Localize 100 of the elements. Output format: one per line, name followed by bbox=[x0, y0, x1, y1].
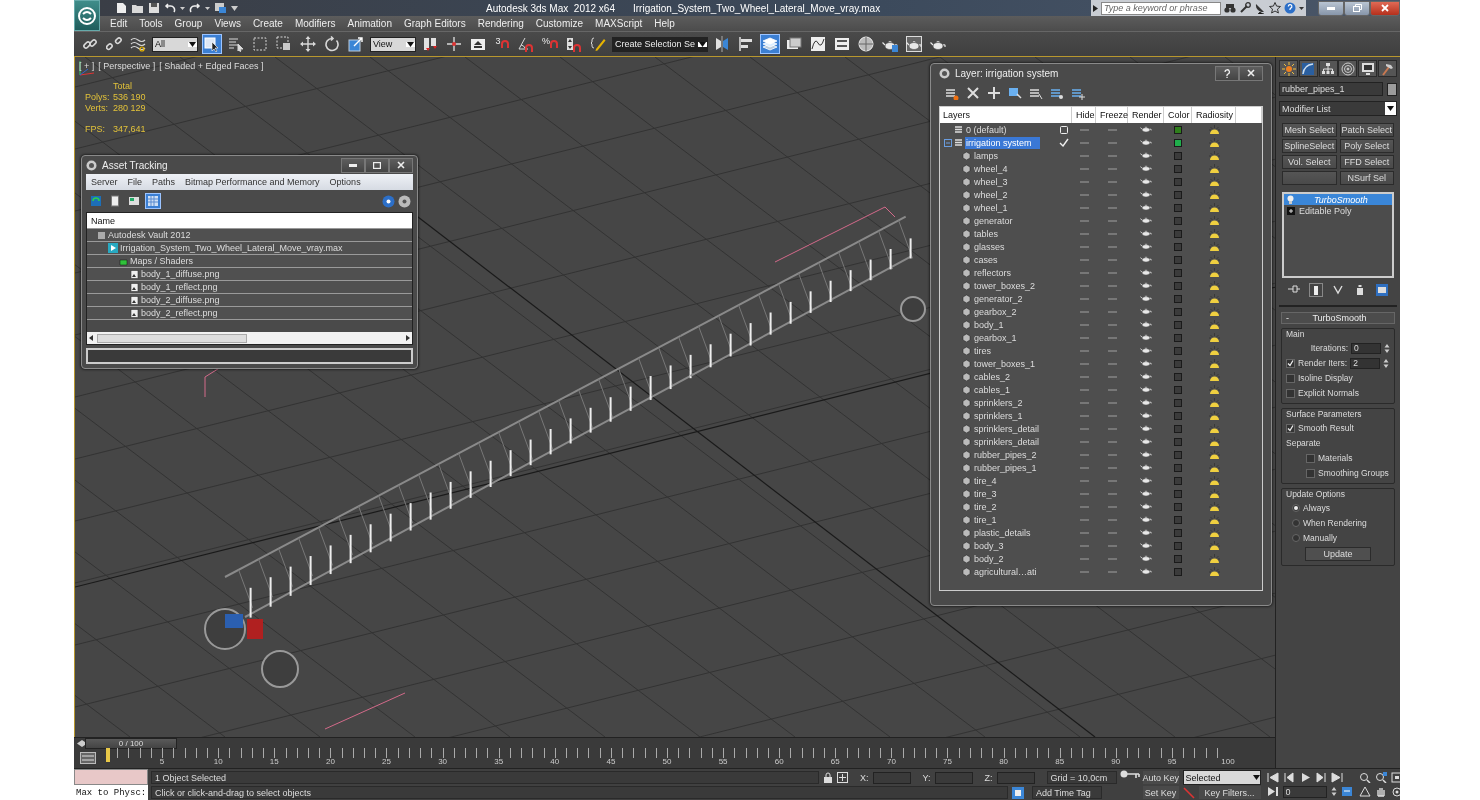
object-name[interactable]: tables bbox=[973, 227, 1000, 240]
modifier-button[interactable]: NSurf Sel bbox=[1339, 171, 1394, 185]
object-name[interactable]: tower_boxes_2 bbox=[973, 279, 1037, 292]
object-name[interactable]: body_3 bbox=[973, 539, 1005, 552]
object-name[interactable]: cases bbox=[973, 253, 999, 266]
object-name[interactable]: rubber_pipes_2 bbox=[973, 448, 1038, 461]
menu-item[interactable]: Server bbox=[86, 177, 123, 187]
radio-label[interactable]: When Rendering bbox=[1303, 518, 1367, 528]
object-name[interactable]: sprinklers_detail bbox=[973, 422, 1041, 435]
checkbox-label[interactable]: Isoline Display bbox=[1298, 373, 1353, 383]
checkbox-label[interactable]: Materials bbox=[1318, 453, 1353, 463]
object-name[interactable]: agricultural…ati bbox=[973, 565, 1038, 578]
menu-item[interactable]: Tools bbox=[133, 18, 169, 29]
radio-label[interactable]: Manually bbox=[1303, 533, 1338, 543]
add-time-tag[interactable]: Add Time Tag bbox=[1032, 786, 1102, 799]
stack-item[interactable]: Editable Poly bbox=[1284, 205, 1392, 216]
checkbox-label[interactable]: Render Iters: bbox=[1298, 358, 1348, 368]
object-name[interactable]: reflectors bbox=[973, 266, 1012, 279]
magnet-button[interactable]: 3 bbox=[492, 34, 512, 54]
viewport-menu-label[interactable]: [ + ] bbox=[79, 61, 95, 71]
object-name[interactable]: wheel_1 bbox=[973, 201, 1009, 214]
object-name[interactable]: tower_boxes_1 bbox=[973, 357, 1037, 370]
column-header[interactable]: Color bbox=[1164, 107, 1192, 123]
menu-item[interactable]: Views bbox=[208, 18, 247, 29]
object-name[interactable]: glasses bbox=[973, 240, 1006, 253]
object-name[interactable]: tire_1 bbox=[973, 513, 998, 526]
object-name[interactable]: tires bbox=[973, 344, 992, 357]
object-name[interactable]: sprinklers_2 bbox=[973, 396, 1024, 409]
object-name[interactable]: plastic_details bbox=[973, 526, 1032, 539]
object-name[interactable]: wheel_2 bbox=[973, 188, 1009, 201]
modifier-button[interactable]: Patch Select bbox=[1339, 123, 1394, 137]
auto-key-button[interactable]: Auto Key bbox=[1142, 771, 1179, 784]
modifier-button[interactable]: SplineSelect bbox=[1282, 139, 1337, 153]
object-name[interactable]: wheel_4 bbox=[973, 162, 1009, 175]
stack-item[interactable]: TurboSmooth bbox=[1284, 194, 1392, 205]
asset-name[interactable]: body_2_diffuse.png bbox=[141, 295, 220, 305]
asset-name[interactable]: body_1_diffuse.png bbox=[141, 269, 220, 279]
viewport-menu-label[interactable]: [ Shaded + Edged Faces ] bbox=[159, 61, 264, 71]
checkbox-label[interactable]: Smoothing Groups bbox=[1318, 468, 1389, 478]
object-name[interactable]: sprinklers_detail bbox=[973, 435, 1041, 448]
object-name[interactable]: cables_1 bbox=[973, 383, 1012, 396]
checkbox-label[interactable]: Smooth Result bbox=[1298, 423, 1354, 433]
modifier-button[interactable]: Poly Select bbox=[1339, 139, 1394, 153]
asset-name[interactable]: body_1_reflect.png bbox=[141, 282, 218, 292]
menu-item[interactable]: Bitmap Performance and Memory bbox=[180, 177, 325, 187]
modifier-button[interactable]: FFD Select bbox=[1339, 155, 1394, 169]
object-name[interactable]: rubber_pipes_1 bbox=[973, 461, 1038, 474]
set-key-button[interactable]: Set Key bbox=[1142, 786, 1179, 799]
asset-name[interactable]: Autodesk Vault 2012 bbox=[108, 230, 191, 240]
object-name[interactable]: tire_2 bbox=[973, 500, 998, 513]
object-name-field[interactable]: rubber_pipes_1 bbox=[1279, 82, 1383, 96]
column-header[interactable]: Layers bbox=[940, 107, 1072, 123]
timeline-ruler[interactable]: 5 10 15 20 25 30 35 40 45 50 55 60 65 70 75 80 85 90 95 100 bbox=[106, 748, 1242, 768]
key-filters-button[interactable]: Key Filters... bbox=[1198, 786, 1261, 799]
object-name[interactable]: cables_2 bbox=[973, 370, 1012, 383]
menu-item[interactable]: Customize bbox=[529, 18, 590, 29]
toolbar-dropdown[interactable]: Create Selection Se bbox=[612, 36, 709, 52]
update-button[interactable]: Update bbox=[1305, 547, 1371, 561]
object-name[interactable]: wheel_3 bbox=[973, 175, 1009, 188]
time-slider-thumb[interactable]: 0 / 100 bbox=[85, 737, 177, 749]
object-name[interactable]: tire_4 bbox=[973, 474, 998, 487]
asset-name[interactable]: body_2_reflect.png bbox=[141, 308, 218, 318]
column-header[interactable]: Freeze bbox=[1096, 107, 1128, 123]
menu-item[interactable]: Edit bbox=[104, 18, 134, 29]
object-name[interactable]: body_2 bbox=[973, 552, 1005, 565]
search-field[interactable]: Type a keyword or phrase bbox=[1101, 1, 1221, 15]
menu-item[interactable]: Options bbox=[324, 177, 366, 187]
radio-label[interactable]: Always bbox=[1303, 503, 1330, 513]
column-header[interactable]: Name bbox=[87, 213, 412, 229]
modifier-list-dropdown[interactable]: Modifier List bbox=[1279, 101, 1397, 116]
object-name[interactable]: gearbox_1 bbox=[973, 331, 1018, 344]
object-name[interactable]: body_1 bbox=[973, 318, 1005, 331]
menu-item[interactable]: Graph Editors bbox=[397, 18, 472, 29]
menu-item[interactable]: Create bbox=[246, 18, 289, 29]
layer-name[interactable]: irrigation system bbox=[965, 136, 1040, 149]
object-name[interactable]: tire_3 bbox=[973, 487, 998, 500]
object-name[interactable]: generator bbox=[973, 214, 1014, 227]
toolbar-dropdown[interactable]: View bbox=[370, 36, 416, 52]
current-frame-field[interactable]: 0 bbox=[1282, 785, 1327, 798]
layer-name[interactable]: 0 (default) bbox=[965, 123, 1008, 136]
column-header[interactable]: Radiosity bbox=[1192, 107, 1236, 123]
rollout-header[interactable]: - TurboSmooth bbox=[1281, 312, 1395, 324]
key-mode-dropdown[interactable]: Selected bbox=[1182, 770, 1261, 785]
modifier-button[interactable]: Mesh Select bbox=[1282, 123, 1337, 137]
column-header[interactable]: Hide bbox=[1072, 107, 1096, 123]
modifier-button[interactable]: Vol. Select bbox=[1282, 155, 1337, 169]
checkbox-label[interactable]: Explicit Normals bbox=[1298, 388, 1359, 398]
object-name[interactable]: sprinklers_1 bbox=[973, 409, 1024, 422]
object-name[interactable]: generator_2 bbox=[973, 292, 1024, 305]
number-field[interactable]: 2 bbox=[1350, 357, 1381, 369]
number-field[interactable]: 0 bbox=[1351, 342, 1381, 354]
asset-name[interactable]: Maps / Shaders bbox=[130, 256, 194, 266]
toolbar-dropdown[interactable]: All bbox=[152, 36, 198, 52]
menu-item[interactable]: Animation bbox=[341, 18, 398, 29]
menu-item[interactable]: Modifiers bbox=[288, 18, 342, 29]
menu-item[interactable]: Help bbox=[648, 18, 681, 29]
menu-item[interactable]: Paths bbox=[147, 177, 181, 187]
menu-item[interactable]: MAXScript bbox=[589, 18, 649, 29]
viewport-menu-label[interactable]: [ Perspective ] bbox=[98, 61, 156, 71]
menu-item[interactable]: Rendering bbox=[471, 18, 530, 29]
